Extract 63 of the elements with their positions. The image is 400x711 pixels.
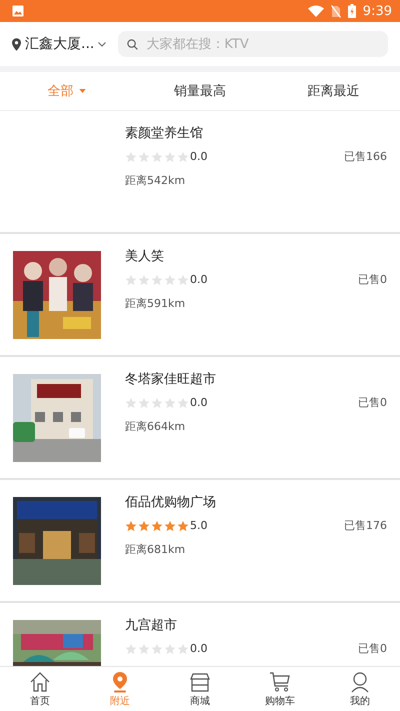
rating-value: 5.0 bbox=[190, 519, 208, 532]
star-icon bbox=[125, 150, 137, 162]
search-field[interactable]: 大家都在搜：KTV bbox=[118, 31, 388, 57]
rating-value: 0.0 bbox=[190, 273, 208, 286]
star-icon bbox=[138, 150, 150, 162]
star-icon bbox=[125, 396, 137, 408]
tab-bar-item[interactable]: 商城 bbox=[160, 667, 240, 711]
shop-name: 素颜堂养生馆 bbox=[125, 125, 204, 142]
user-icon bbox=[349, 670, 371, 692]
star-icon bbox=[125, 274, 137, 286]
star-icon bbox=[151, 396, 163, 408]
chevron-down-icon bbox=[98, 42, 106, 46]
tab-bar-item[interactable]: 我的 bbox=[320, 667, 400, 711]
distance-text: 距离591km bbox=[125, 296, 186, 311]
image-icon bbox=[12, 5, 24, 17]
distance-text: 距离664km bbox=[125, 419, 186, 434]
shop-name: 佰品优购物广场 bbox=[125, 494, 217, 511]
home-icon bbox=[29, 670, 51, 692]
star-icon bbox=[125, 642, 137, 654]
cart-icon bbox=[269, 670, 291, 692]
star-icon bbox=[164, 520, 176, 532]
shop-name: 冬塔家佳旺超市 bbox=[125, 371, 217, 388]
location-selector[interactable]: 汇鑫大厦... bbox=[12, 35, 106, 53]
distance-text: 距离681km bbox=[125, 542, 186, 557]
distance-text: 距离542km bbox=[125, 173, 186, 188]
location-pin-icon bbox=[12, 38, 21, 50]
rating-value: 0.0 bbox=[190, 642, 208, 655]
filter-tab[interactable]: 距离最近 bbox=[266, 72, 400, 110]
rating-value: 0.0 bbox=[190, 150, 208, 163]
sold-count: 已售166 bbox=[344, 149, 387, 164]
star-icon bbox=[151, 642, 163, 654]
star-icon bbox=[151, 520, 163, 532]
no-sim-icon bbox=[330, 4, 341, 18]
star-icon bbox=[177, 642, 189, 654]
star-icon bbox=[177, 274, 189, 286]
star-icon bbox=[138, 396, 150, 408]
star-icon bbox=[164, 642, 176, 654]
filter-tab[interactable]: 销量最高 bbox=[133, 72, 267, 110]
shop-name: 九宫超市 bbox=[125, 617, 178, 634]
rating-value: 0.0 bbox=[190, 396, 208, 409]
sold-count: 已售0 bbox=[358, 395, 387, 410]
sold-count: 已售0 bbox=[358, 641, 387, 656]
star-icon bbox=[138, 642, 150, 654]
star-icon bbox=[177, 520, 189, 532]
tab-bar-item[interactable]: 购物车 bbox=[240, 667, 320, 711]
star-icon bbox=[177, 396, 189, 408]
star-icon bbox=[164, 150, 176, 162]
star-icon bbox=[164, 396, 176, 408]
battery-icon bbox=[348, 4, 356, 18]
star-icon bbox=[138, 520, 150, 532]
star-icon bbox=[138, 274, 150, 286]
star-icon bbox=[164, 274, 176, 286]
shop-name: 美人笑 bbox=[125, 248, 165, 265]
wifi-icon bbox=[308, 5, 324, 17]
star-icon bbox=[177, 150, 189, 162]
star-icon bbox=[151, 274, 163, 286]
star-icon bbox=[125, 520, 137, 532]
sold-count: 已售0 bbox=[358, 272, 387, 287]
status-time: 9:39 bbox=[362, 4, 392, 18]
store-icon bbox=[189, 670, 211, 692]
tab-bar-item[interactable]: 首页 bbox=[0, 667, 80, 711]
star-icon bbox=[151, 150, 163, 162]
sold-count: 已售176 bbox=[344, 518, 387, 533]
